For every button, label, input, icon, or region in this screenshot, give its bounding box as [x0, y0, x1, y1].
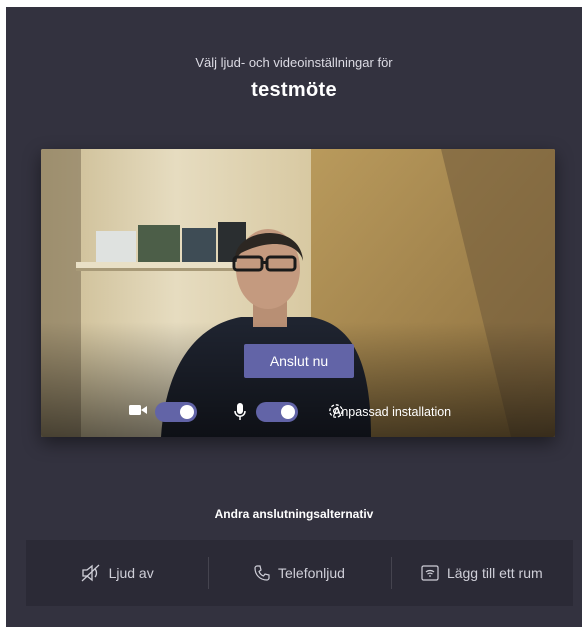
custom-setup-label: Anpassad installation: [333, 405, 452, 419]
speaker-off-icon: [81, 564, 101, 582]
toggle-knob: [281, 405, 295, 419]
camera-toggle[interactable]: [155, 402, 197, 422]
add-room-option[interactable]: Lägg till ett rum: [390, 540, 573, 606]
audio-off-label: Ljud av: [108, 565, 154, 581]
phone-audio-label: Telefonljud: [278, 565, 345, 581]
settings-subtitle: Välj ljud- och videoinställningar för: [195, 55, 393, 70]
room-cast-icon: [421, 565, 439, 581]
prejoin-screen: Välj ljud- och videoinställningar för te…: [6, 7, 582, 627]
camera-feed-image: [41, 149, 555, 437]
phone-audio-option[interactable]: Telefonljud: [208, 540, 390, 606]
add-room-label: Lägg till ett rum: [446, 565, 543, 581]
microphone-toggle[interactable]: [256, 402, 298, 422]
device-controls: Anpassad installation: [41, 399, 555, 425]
meeting-title: testmöte: [251, 79, 337, 101]
camera-preview: Anslut nu Anpassad installation: [41, 149, 555, 437]
audio-off-option[interactable]: Ljud av: [26, 540, 208, 606]
phone-icon: [254, 565, 270, 581]
other-join-options-heading: Andra anslutningsalternativ: [214, 507, 374, 521]
join-now-button[interactable]: Anslut nu: [244, 344, 354, 378]
toggle-knob: [180, 405, 194, 419]
other-join-options: Ljud av Telefonljud Lägg till ett rum: [26, 540, 573, 606]
custom-setup-button[interactable]: Anpassad installation: [327, 402, 451, 422]
